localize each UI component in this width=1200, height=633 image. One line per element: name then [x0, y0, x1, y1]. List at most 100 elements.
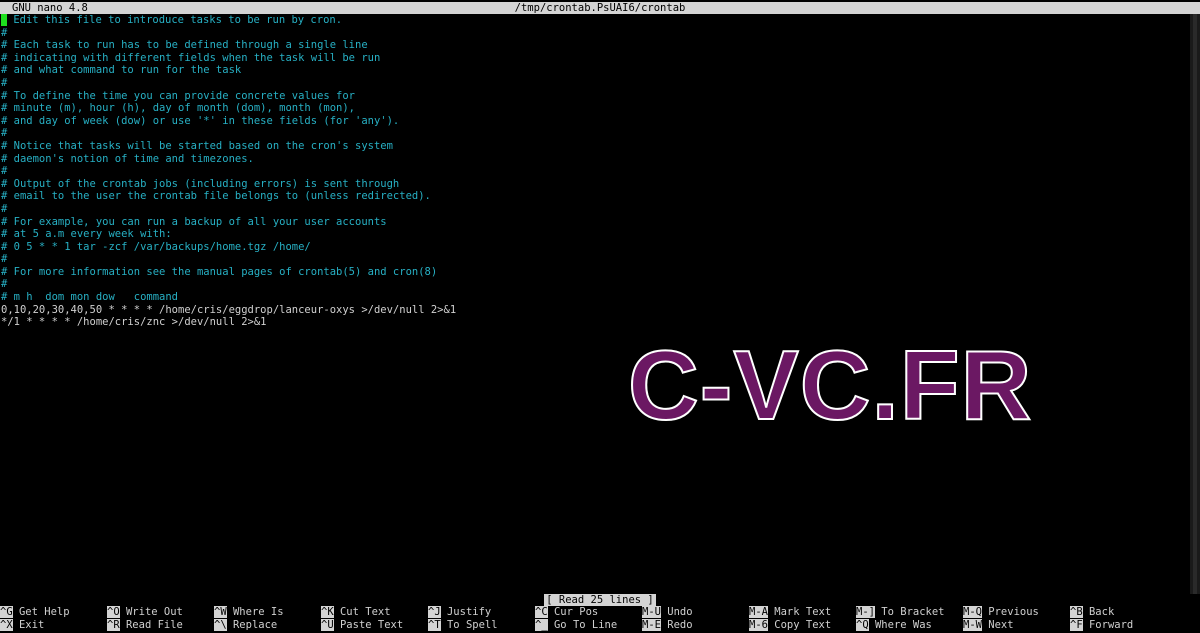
editor-line[interactable]: # minute (m), hour (h), day of month (do… [1, 102, 1191, 115]
shortcut-label: Go To Line [547, 619, 618, 631]
shortcut-label: Replace [226, 619, 278, 631]
shortcut-key: ^Q [856, 619, 869, 631]
shortcut-key: ^O [107, 606, 120, 618]
shortcut-go-to-line[interactable]: ^_ Go To Line [535, 619, 617, 632]
editor-line[interactable]: # [1, 77, 1191, 90]
shortcut-key: ^K [321, 606, 334, 618]
shortcut-label: Cut Text [333, 606, 391, 618]
shortcut-label: Mark Text [767, 606, 832, 618]
shortcut-key: M-A [749, 606, 768, 618]
shortcut-to-spell[interactable]: ^T To Spell [428, 619, 498, 632]
scrollbar[interactable] [1190, 14, 1200, 594]
shortcut-justify[interactable]: ^J Justify [428, 606, 491, 619]
editor-area[interactable]: Edit this file to introduce tasks to be … [1, 14, 1191, 329]
shortcut-key: ^G [0, 606, 13, 618]
shortcut-to-bracket[interactable]: M-] To Bracket [856, 606, 945, 619]
editor-line[interactable]: # daemon's notion of time and timezones. [1, 153, 1191, 166]
editor-line[interactable]: # [1, 127, 1191, 140]
shortcut-next[interactable]: M-W Next [963, 619, 1014, 632]
editor-line[interactable]: # email to the user the crontab file bel… [1, 190, 1191, 203]
editor-line[interactable]: # [1, 253, 1191, 266]
shortcut-label: Read File [119, 619, 183, 631]
shortcut-label: Copy Text [767, 619, 832, 631]
editor-line[interactable]: # indicating with different fields when … [1, 52, 1191, 65]
shortcut-label: To Spell [440, 619, 498, 631]
shortcut-key: M-Q [963, 606, 982, 618]
shortcut-previous[interactable]: M-Q Previous [963, 606, 1039, 619]
shortcut-key: M-U [642, 606, 661, 618]
shortcut-where-was[interactable]: ^Q Where Was [856, 619, 932, 632]
shortcut-key: ^X [0, 619, 13, 631]
shortcut-mark-text[interactable]: M-A Mark Text [749, 606, 831, 619]
shortcut-key: ^R [107, 619, 120, 631]
shortcut-label: Get Help [12, 606, 70, 618]
title-bar: /tmp/crontab.PsUAI6/crontab GNU nano 4.8 [0, 2, 1200, 14]
shortcut-key: ^T [428, 619, 441, 631]
editor-line[interactable]: */1 * * * * /home/cris/znc >/dev/null 2>… [1, 316, 1191, 329]
shortcut-copy-text[interactable]: M-6 Copy Text [749, 619, 831, 632]
shortcut-back[interactable]: ^B Back [1070, 606, 1114, 619]
shortcut-key: ^J [428, 606, 441, 618]
editor-line[interactable]: # [1, 27, 1191, 40]
app-version: GNU nano 4.8 [12, 2, 88, 14]
shortcut-label: Undo [660, 606, 693, 618]
shortcut-key: ^_ [535, 619, 548, 631]
editor-line[interactable]: # Output of the crontab jobs (including … [1, 178, 1191, 191]
editor-line[interactable]: # 0 5 * * 1 tar -zcf /var/backups/home.t… [1, 241, 1191, 254]
shortcut-label: Write Out [119, 606, 183, 618]
shortcut-label: Exit [12, 619, 45, 631]
shortcut-label: Forward [1082, 619, 1134, 631]
shortcut-forward[interactable]: ^F Forward [1070, 619, 1133, 632]
shortcut-key: M-] [856, 606, 875, 618]
shortcut-key: ^W [214, 606, 227, 618]
watermark-logo: C-VC.FR [627, 330, 1033, 440]
editor-line[interactable]: # For example, you can run a backup of a… [1, 216, 1191, 229]
editor-line[interactable]: # [1, 165, 1191, 178]
editor-line[interactable]: # and day of week (dow) or use '*' in th… [1, 115, 1191, 128]
shortcut-label: Justify [440, 606, 492, 618]
editor-line-text: Edit this file to introduce tasks to be … [7, 14, 343, 26]
shortcut-label: Cur Pos [547, 606, 599, 618]
editor-line[interactable]: # [1, 278, 1191, 291]
shortcut-cut-text[interactable]: ^K Cut Text [321, 606, 391, 619]
editor-line[interactable]: # To define the time you can provide con… [1, 90, 1191, 103]
shortcut-key: M-W [963, 619, 982, 631]
shortcut-exit[interactable]: ^X Exit [0, 619, 44, 632]
shortcut-cur-pos[interactable]: ^C Cur Pos [535, 606, 598, 619]
editor-line[interactable]: # at 5 a.m every week with: [1, 228, 1191, 241]
status-bar: [ Read 25 lines ] [0, 594, 1200, 606]
shortcut-key: ^U [321, 619, 334, 631]
shortcut-read-file[interactable]: ^R Read File [107, 619, 183, 632]
shortcut-replace[interactable]: ^\ Replace [214, 619, 277, 632]
shortcut-undo[interactable]: M-U Undo [642, 606, 693, 619]
shortcut-key: M-E [642, 619, 661, 631]
shortcut-key: ^B [1070, 606, 1083, 618]
shortcut-key: ^C [535, 606, 548, 618]
shortcut-label: Redo [660, 619, 693, 631]
editor-line[interactable]: # For more information see the manual pa… [1, 266, 1191, 279]
shortcut-label: Back [1082, 606, 1115, 618]
shortcut-label: Where Is [226, 606, 284, 618]
editor-line[interactable]: Edit this file to introduce tasks to be … [1, 14, 1191, 27]
shortcut-paste-text[interactable]: ^U Paste Text [321, 619, 403, 632]
editor-line[interactable]: # and what command to run for the task [1, 64, 1191, 77]
shortcut-write-out[interactable]: ^O Write Out [107, 606, 183, 619]
editor-line[interactable]: 0,10,20,30,40,50 * * * * /home/cris/eggd… [1, 304, 1191, 317]
shortcut-key: ^\ [214, 619, 227, 631]
editor-line[interactable]: # [1, 203, 1191, 216]
editor-line[interactable]: # Each task to run has to be defined thr… [1, 39, 1191, 52]
shortcut-label: Next [981, 619, 1014, 631]
shortcut-key: M-6 [749, 619, 768, 631]
shortcut-get-help[interactable]: ^G Get Help [0, 606, 70, 619]
shortcut-label: Where Was [868, 619, 932, 631]
shortcut-key: ^F [1070, 619, 1083, 631]
shortcut-redo[interactable]: M-E Redo [642, 619, 693, 632]
editor-line[interactable]: # m h dom mon dow command [1, 291, 1191, 304]
shortcut-label: Previous [981, 606, 1039, 618]
file-path: /tmp/crontab.PsUAI6/crontab [514, 2, 686, 14]
shortcut-label: Paste Text [333, 619, 404, 631]
shortcut-where-is[interactable]: ^W Where Is [214, 606, 284, 619]
shortcut-label: To Bracket [874, 606, 945, 618]
editor-line[interactable]: # Notice that tasks will be started base… [1, 140, 1191, 153]
status-message: [ Read 25 lines ] [544, 594, 656, 606]
